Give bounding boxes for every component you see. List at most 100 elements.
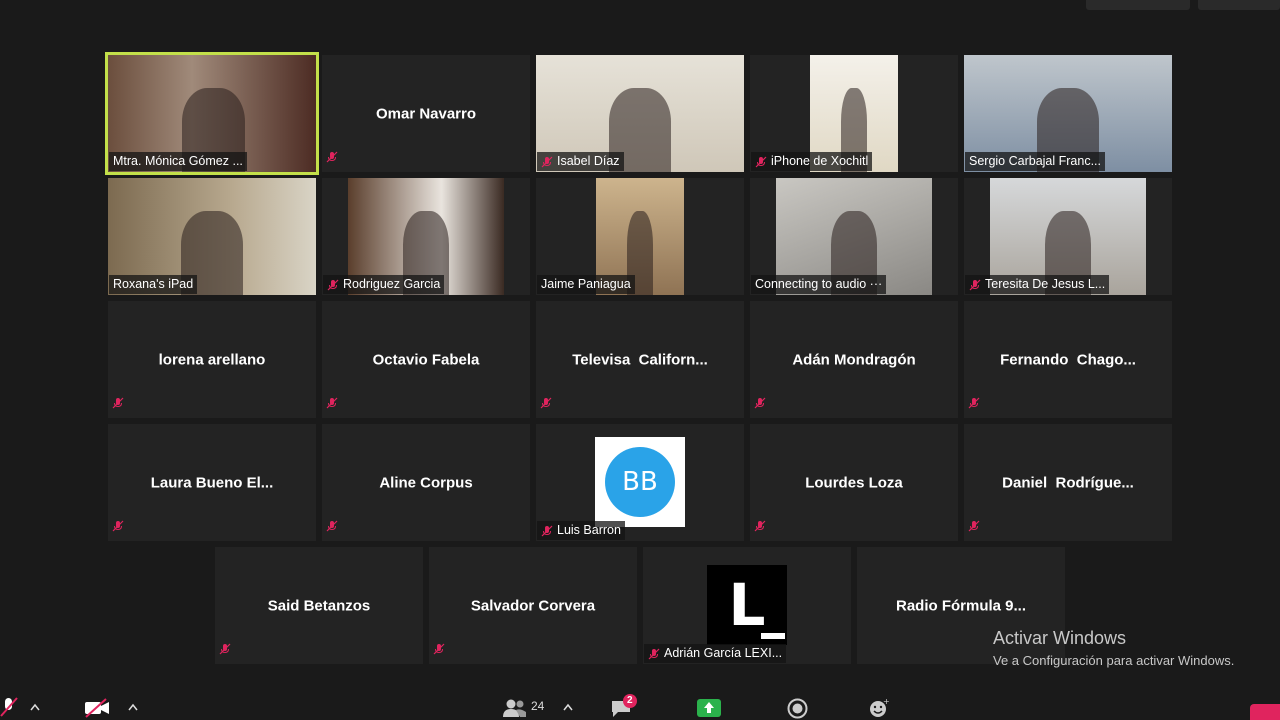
participant-label: Adrián García LEXI...: [644, 644, 787, 663]
mic-muted-icon: [968, 397, 980, 409]
participant-tile[interactable]: Fernando Chago...: [964, 301, 1172, 418]
reactions-icon[interactable]: +: [868, 697, 890, 719]
participant-tile[interactable]: iPhone de Xochitl: [750, 55, 958, 172]
mute-indicator: [326, 150, 338, 168]
mute-indicator: [968, 396, 980, 414]
participant-name: Isabel Díaz: [557, 154, 620, 168]
participant-label: Roxana's iPad: [109, 275, 198, 294]
chevron-up-icon[interactable]: [128, 703, 138, 711]
mute-indicator: [540, 396, 552, 414]
participant-tile[interactable]: Octavio Fabela: [322, 301, 530, 418]
chevron-up-icon[interactable]: [30, 703, 40, 711]
logo-underscore: [761, 633, 785, 639]
participant-tile[interactable]: Adán Mondragón: [750, 301, 958, 418]
mute-indicator: [754, 396, 766, 414]
end-meeting-button[interactable]: [1250, 704, 1280, 720]
mute-indicator: [968, 519, 980, 537]
share-screen-icon[interactable]: [697, 699, 721, 717]
participant-tile[interactable]: Laura Bueno El...: [108, 424, 316, 541]
mic-muted-icon: [969, 279, 981, 290]
participant-tile[interactable]: Said Betanzos: [215, 547, 423, 664]
participant-tile[interactable]: Salvador Corvera: [429, 547, 637, 664]
mic-muted-icon: [327, 279, 339, 290]
mute-indicator: [219, 642, 231, 660]
participant-label: Connecting to audio ···: [751, 275, 887, 294]
mic-muted-icon: [541, 156, 553, 167]
participant-label: Luis Barron: [537, 521, 625, 540]
participant-name: Mtra. Mónica Gómez ...: [113, 154, 243, 168]
participants-count: 24: [531, 699, 545, 713]
participant-name: Jaime Paniagua: [541, 277, 631, 291]
participant-name: Sergio Carbajal Franc...: [969, 154, 1102, 168]
microphone-muted-icon[interactable]: [0, 696, 18, 718]
participant-label: Mtra. Mónica Gómez ...: [109, 152, 247, 171]
mic-muted-icon: [755, 156, 767, 167]
participant-tile[interactable]: Roxana's iPad: [108, 178, 316, 295]
participant-name: Radio Fórmula 9...: [895, 597, 1027, 614]
participant-tile[interactable]: BB Luis Barron: [536, 424, 744, 541]
participant-name: Adrián García LEXI...: [664, 646, 783, 660]
participant-tile[interactable]: Omar Navarro: [322, 55, 530, 172]
participant-name: Laura Bueno El...: [150, 474, 274, 491]
participant-name: Connecting to audio ···: [755, 277, 883, 291]
exit-fullscreen-button[interactable]: [1198, 0, 1280, 10]
mute-indicator: [326, 519, 338, 537]
chevron-up-icon[interactable]: [563, 703, 573, 711]
mic-muted-icon: [433, 643, 445, 655]
svg-text:+: +: [883, 697, 890, 706]
participant-name: lorena arellano: [158, 351, 266, 368]
view-button[interactable]: [1086, 0, 1190, 10]
participant-label: Isabel Díaz: [537, 152, 624, 171]
logo-letter: L: [728, 571, 766, 639]
participant-name: Rodriguez Garcia: [343, 277, 441, 291]
avatar-initials: BB: [605, 447, 675, 517]
video-stopped-icon[interactable]: [84, 698, 110, 718]
participant-name: Daniel Rodrígue...: [1002, 474, 1134, 491]
mic-muted-icon: [112, 520, 124, 532]
record-icon[interactable]: [787, 698, 808, 719]
participant-name: Said Betanzos: [267, 597, 371, 614]
chat-badge: 2: [623, 694, 637, 708]
participant-label: Jaime Paniagua: [537, 275, 635, 294]
mic-muted-icon: [112, 397, 124, 409]
participant-tile[interactable]: Teresita De Jesus L...: [964, 178, 1172, 295]
participant-tile[interactable]: Isabel Díaz: [536, 55, 744, 172]
mute-indicator: [754, 519, 766, 537]
mic-muted-icon: [219, 643, 231, 655]
participant-label: iPhone de Xochitl: [751, 152, 873, 171]
participant-name: Aline Corpus: [379, 474, 473, 491]
participant-tile[interactable]: Televisa Californ...: [536, 301, 744, 418]
mic-muted-icon: [326, 520, 338, 532]
participant-name: Luis Barron: [557, 523, 621, 537]
participant-tile[interactable]: Rodriguez Garcia: [322, 178, 530, 295]
mic-muted-icon: [754, 520, 766, 532]
participants-icon[interactable]: [502, 698, 528, 718]
watermark-subtitle: Ve a Configuración para activar Windows.: [993, 653, 1235, 668]
mute-indicator: [326, 396, 338, 414]
participant-tile[interactable]: L Adrián García LEXI...: [643, 547, 851, 664]
avatar: BB: [595, 437, 685, 527]
participant-name: Lourdes Loza: [805, 474, 903, 491]
participant-tile[interactable]: Jaime Paniagua: [536, 178, 744, 295]
participant-tile[interactable]: lorena arellano: [108, 301, 316, 418]
participant-name: Salvador Corvera: [470, 597, 596, 614]
participant-name: Omar Navarro: [375, 105, 477, 122]
participant-name: iPhone de Xochitl: [771, 154, 869, 168]
mic-muted-icon: [540, 397, 552, 409]
participant-tile[interactable]: Aline Corpus: [322, 424, 530, 541]
participant-tile[interactable]: Lourdes Loza: [750, 424, 958, 541]
participant-label: Rodriguez Garcia: [323, 275, 445, 294]
profile-logo: L: [707, 565, 787, 645]
mute-indicator: [433, 642, 445, 660]
mute-indicator: [112, 396, 124, 414]
participant-tile[interactable]: Sergio Carbajal Franc...: [964, 55, 1172, 172]
meeting-toolbar: 24 2 +: [0, 684, 1280, 720]
mic-muted-icon: [541, 525, 553, 536]
participant-tile[interactable]: Mtra. Mónica Gómez ...: [105, 52, 319, 175]
participant-label: Sergio Carbajal Franc...: [965, 152, 1106, 171]
mic-muted-icon: [648, 648, 660, 659]
mic-muted-icon: [326, 151, 338, 163]
participant-tile[interactable]: Daniel Rodrígue...: [964, 424, 1172, 541]
windows-activation-watermark: Activar Windows Ve a Configuración para …: [993, 628, 1234, 668]
participant-tile[interactable]: Connecting to audio ···: [750, 178, 958, 295]
